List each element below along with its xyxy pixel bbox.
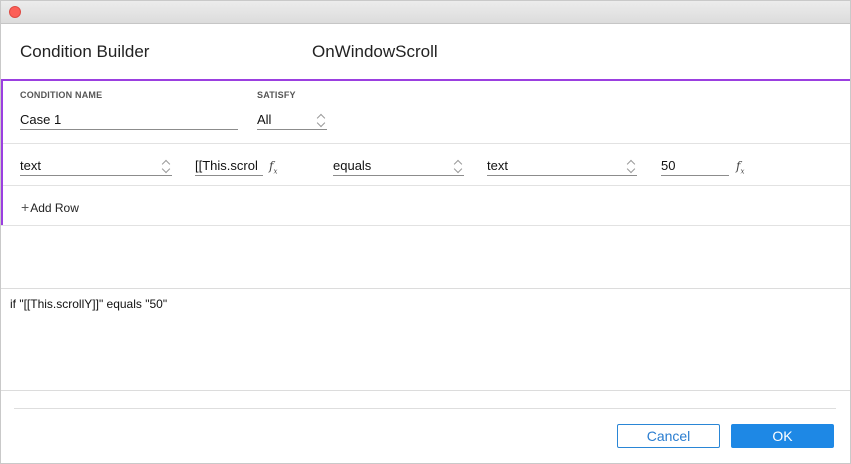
divider xyxy=(1,225,850,226)
satisfy-value: All xyxy=(257,112,272,127)
divider xyxy=(3,185,850,186)
satisfy-label: SATISFY xyxy=(257,90,296,100)
ok-button[interactable]: OK xyxy=(731,424,834,448)
function-icon[interactable]: fx xyxy=(736,159,744,175)
condition-builder-window: Condition Builder OnWindowScroll CONDITI… xyxy=(0,0,851,464)
right-value-text: 50 xyxy=(661,158,676,173)
right-type-value: text xyxy=(487,158,508,173)
chevron-updown-icon xyxy=(162,158,170,174)
condition-name-value: Case 1 xyxy=(20,112,62,127)
divider xyxy=(3,143,850,144)
function-icon[interactable]: fx xyxy=(269,159,277,175)
preview-text: if "[[This.scrollY]]" equals "50" xyxy=(10,297,168,311)
add-row-button[interactable]: +Add Row xyxy=(21,199,79,215)
condition-preview: if "[[This.scrollY]]" equals "50" xyxy=(1,288,850,391)
dialog-title: Condition Builder xyxy=(20,42,150,61)
plus-icon: + xyxy=(21,199,30,215)
window-titlebar xyxy=(1,1,850,24)
chevron-updown-icon xyxy=(454,158,462,174)
right-type-select[interactable]: text xyxy=(487,156,637,176)
left-value-text: [[This.scrol xyxy=(195,158,258,173)
left-type-value: text xyxy=(20,158,41,173)
satisfy-select[interactable]: All xyxy=(257,110,327,130)
window-close-button[interactable] xyxy=(9,6,21,18)
cancel-button[interactable]: Cancel xyxy=(617,424,720,448)
left-type-select[interactable]: text xyxy=(20,156,172,176)
operator-select[interactable]: equals xyxy=(333,156,464,176)
chevron-updown-icon xyxy=(317,112,325,128)
condition-name-input[interactable]: Case 1 xyxy=(20,110,238,130)
footer-divider xyxy=(14,408,836,409)
chevron-updown-icon xyxy=(627,158,635,174)
left-value-input[interactable]: [[This.scrol xyxy=(195,156,263,176)
dialog-header: Condition Builder OnWindowScroll xyxy=(1,24,850,79)
condition-name-label: CONDITION NAME xyxy=(20,90,103,100)
right-value-input[interactable]: 50 xyxy=(661,156,729,176)
operator-value: equals xyxy=(333,158,372,173)
event-name: OnWindowScroll xyxy=(312,42,438,61)
condition-builder-panel: CONDITION NAME Case 1 SATISFY All text [… xyxy=(1,79,850,225)
add-row-label: Add Row xyxy=(30,201,79,215)
